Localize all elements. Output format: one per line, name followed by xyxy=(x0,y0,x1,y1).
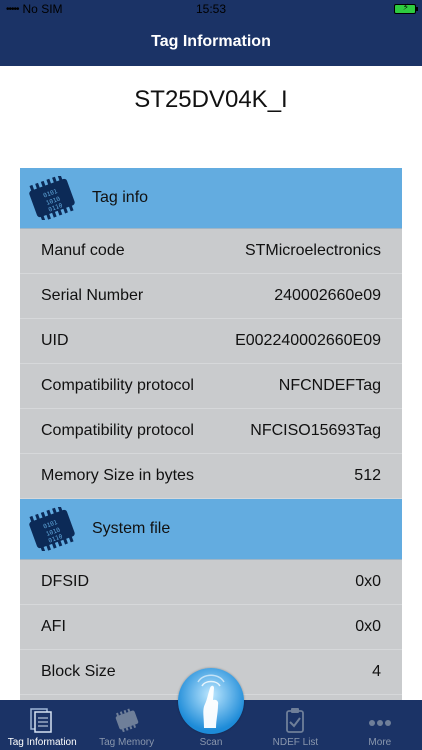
tab-label: More xyxy=(368,737,392,748)
tab-label: Tag Information xyxy=(7,737,77,748)
section-header-system-file: 0101 1010 0110 System file xyxy=(20,499,402,560)
chip-icon: 0101 1010 0110 xyxy=(29,507,75,551)
memory-chip-icon xyxy=(115,708,138,733)
row-label: DFSID xyxy=(41,573,89,590)
info-row-manuf-code: Manuf code STMicroelectronics xyxy=(20,229,402,274)
row-value: 240002660e09 xyxy=(274,287,381,304)
nfc-scan-icon xyxy=(197,674,225,728)
row-label: Block Size xyxy=(41,663,116,680)
info-row-serial-number: Serial Number 240002660e09 xyxy=(20,274,402,319)
info-row-compatibility-iso: Compatibility protocol NFCISO15693Tag xyxy=(20,409,402,454)
tab-tag-memory[interactable]: Tag Memory xyxy=(84,700,168,750)
tab-tag-information[interactable]: Tag Information xyxy=(0,700,84,750)
row-value: NFCNDEFTag xyxy=(278,377,381,394)
page-title: Tag Information xyxy=(151,33,271,50)
tab-ndef-list[interactable]: NDEF List xyxy=(253,700,337,750)
info-row-dfsid: DFSID 0x0 xyxy=(20,560,402,605)
row-value: STMicroelectronics xyxy=(244,242,381,259)
row-label: Memory Size in bytes xyxy=(41,467,194,484)
info-row-compatibility-ndef: Compatibility protocol NFCNDEFTag xyxy=(20,364,402,409)
tab-label: Scan xyxy=(199,737,223,748)
document-stack-icon xyxy=(30,708,52,733)
tag-name: ST25DV04K_I xyxy=(134,86,288,113)
scan-button[interactable] xyxy=(178,668,244,734)
row-value: 0x0 xyxy=(355,618,381,635)
charging-bolt-icon: ⚡ xyxy=(402,2,409,12)
row-label: AFI xyxy=(41,618,66,635)
row-label: Compatibility protocol xyxy=(41,422,194,439)
row-value: NFCISO15693Tag xyxy=(250,422,381,439)
info-row-memory-size: Memory Size in bytes 512 xyxy=(20,454,402,499)
tab-label: Tag Memory xyxy=(99,737,155,748)
tag-info-card: 0101 1010 0110 Tag info Manuf code STMic… xyxy=(20,168,402,700)
row-label: UID xyxy=(41,332,69,349)
info-row-afi: AFI 0x0 xyxy=(20,605,402,650)
clipboard-check-icon xyxy=(286,708,305,733)
row-label: Compatibility protocol xyxy=(41,377,194,394)
more-dots-icon xyxy=(368,720,391,726)
chip-icon: 0101 1010 0110 xyxy=(29,176,75,220)
section-header-tag-info: 0101 1010 0110 Tag info xyxy=(20,168,402,229)
tab-more[interactable]: More xyxy=(338,700,422,750)
status-time: 15:53 xyxy=(195,2,227,16)
row-label: Manuf code xyxy=(41,242,125,259)
row-value: 0x0 xyxy=(355,573,381,590)
tab-label: NDEF List xyxy=(272,737,319,748)
status-bar: ••••• No SIM 15:53 ⚡ xyxy=(0,0,422,18)
row-label: Serial Number xyxy=(41,287,144,304)
info-row-uid: UID E002240002660E09 xyxy=(20,319,402,364)
row-value: E002240002660E09 xyxy=(235,332,381,349)
navigation-bar: Tag Information xyxy=(0,18,422,66)
row-value: 4 xyxy=(372,663,381,680)
row-value: 512 xyxy=(354,467,381,484)
section-title: Tag info xyxy=(92,189,149,206)
section-title: System file xyxy=(92,520,171,537)
